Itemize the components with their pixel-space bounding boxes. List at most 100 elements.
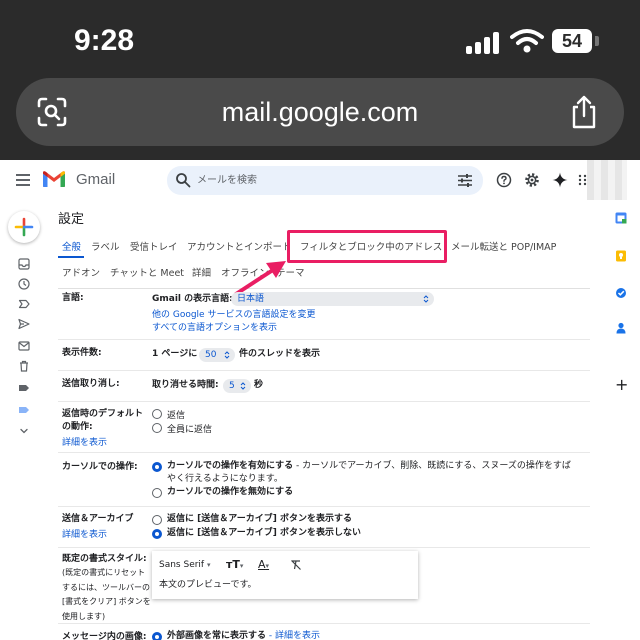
- tab-general[interactable]: 全般: [62, 239, 81, 253]
- reply-all-radio[interactable]: [152, 423, 162, 433]
- keep-icon[interactable]: [615, 250, 627, 262]
- gemini-sparkle-icon[interactable]: [552, 172, 568, 188]
- search-input[interactable]: [197, 166, 437, 195]
- all-language-options-link[interactable]: すべての言語オプションを表示: [152, 320, 277, 333]
- undo-send-select[interactable]: 5: [223, 379, 251, 393]
- always-show-images-bold: 外部画像を常に表示する: [167, 631, 267, 640]
- label-icon[interactable]: [18, 382, 30, 394]
- always-show-images-text: 外部画像を常に表示する - 詳細を表示: [167, 630, 320, 640]
- send-archive-details-link[interactable]: 詳細を表示: [62, 527, 107, 540]
- share-icon[interactable]: [568, 94, 600, 130]
- cursor-enable-desc: - カーソルでアーカイブ、削除、既読にする、スヌーズの操作をすば: [293, 461, 571, 471]
- status-time: 9:28: [74, 24, 135, 57]
- send-archive-show-radio[interactable]: [152, 515, 162, 525]
- wifi-icon: [510, 29, 544, 53]
- snoozed-clock-icon[interactable]: [18, 278, 30, 290]
- all-mail-icon[interactable]: [18, 340, 30, 352]
- dropdown-arrow-icon: ▾: [206, 561, 211, 569]
- account-avatar[interactable]: [587, 160, 627, 200]
- row-divider: [58, 370, 590, 371]
- label-icon-blue[interactable]: [18, 404, 30, 416]
- cursor-enable-desc-line2: やく行えるようになります。: [167, 474, 283, 484]
- send-archive-label: 送信＆アーカイブ: [62, 514, 134, 524]
- other-services-language-link[interactable]: 他の Google サービスの言語設定を変更: [152, 307, 315, 320]
- compose-button[interactable]: [8, 211, 40, 243]
- font-family-value: Sans Serif: [159, 560, 205, 570]
- settings-gear-icon[interactable]: [524, 172, 540, 188]
- tab-advanced[interactable]: 詳細: [192, 265, 211, 279]
- tabs-divider: [58, 288, 590, 289]
- address-bar[interactable]: mail.google.com: [16, 78, 624, 146]
- page-size-prefix: 1 ページに: [152, 349, 198, 359]
- status-bar: 9:28 54 mail.google.com: [0, 0, 640, 160]
- tab-inbox[interactable]: 受信トレイ: [130, 239, 178, 253]
- cellular-signal-icon: [466, 30, 502, 54]
- row-divider: [58, 401, 590, 402]
- contacts-icon[interactable]: [615, 322, 627, 334]
- trash-icon[interactable]: [18, 360, 30, 372]
- cursor-disable-radio[interactable]: [152, 488, 162, 498]
- mail-search-box[interactable]: [167, 166, 483, 195]
- font-size-icon[interactable]: ᴛT▾: [226, 558, 243, 573]
- cursor-enable-radio[interactable]: [152, 462, 162, 472]
- tab-forwarding-pop-imap[interactable]: メール転送と POP/IMAP: [451, 239, 556, 253]
- undo-send-suffix: 秒: [254, 380, 264, 390]
- text-color-icon[interactable]: A▾: [258, 558, 269, 573]
- expand-more-icon[interactable]: [18, 425, 30, 437]
- get-addons-plus-icon[interactable]: +: [615, 377, 628, 393]
- language-label: 言語:: [62, 293, 84, 303]
- tasks-icon[interactable]: [615, 287, 627, 299]
- images-label: メッセージ内の画像:: [62, 632, 147, 640]
- images-details-link[interactable]: - 詳細を表示: [266, 631, 320, 640]
- send-archive-show-text: 返信に [送信＆アーカイブ] ボタンを表示する: [167, 514, 352, 524]
- always-show-images-radio[interactable]: [152, 632, 162, 640]
- reply-all-option-label: 全員に返信: [167, 425, 213, 435]
- send-archive-hide-radio[interactable]: [152, 529, 162, 539]
- search-options-icon[interactable]: [457, 173, 473, 188]
- page-size-select[interactable]: 50: [199, 348, 235, 362]
- gmail-wordmark: Gmail: [76, 171, 116, 188]
- cursor-enable-bold: カーソルでの操作を有効にする: [167, 461, 294, 471]
- undo-send-label: 送信取り消し:: [62, 379, 120, 389]
- battery-tip: [595, 36, 599, 46]
- cursor-disable-text: カーソルでの操作を無効にする: [167, 487, 294, 497]
- settings-title: 設定: [58, 212, 85, 227]
- battery-indicator: 54: [552, 29, 592, 53]
- reply-radio[interactable]: [152, 409, 162, 419]
- page-size-label: 表示件数:: [62, 348, 102, 358]
- tab-labels[interactable]: ラベル: [91, 239, 120, 253]
- cursor-enable-text: カーソルでの操作を有効にする - カーソルでアーカイブ、削除、既読にする、スヌー…: [167, 460, 571, 473]
- send-archive-hide-text: 返信に [送信＆アーカイブ] ボタンを表示しない: [167, 528, 361, 538]
- display-language-select[interactable]: 日本語: [231, 292, 434, 306]
- inbox-icon[interactable]: [18, 258, 30, 270]
- compose-plus-icon: [14, 217, 34, 237]
- url-text[interactable]: mail.google.com: [16, 78, 624, 146]
- main-menu-icon[interactable]: [16, 174, 30, 186]
- row-divider: [58, 623, 590, 624]
- row-divider: [58, 506, 590, 507]
- annotation-highlight-box: [287, 230, 447, 263]
- active-tab-underline: [58, 256, 84, 258]
- reply-default-details-link[interactable]: 詳細を表示: [62, 435, 107, 448]
- undo-send-value: 5: [229, 381, 235, 391]
- undo-send-prefix: 取り消せる時間:: [152, 380, 219, 390]
- important-icon[interactable]: [18, 298, 30, 310]
- select-arrows-icon: [224, 351, 230, 359]
- page-size-suffix: 件のスレッドを表示: [239, 349, 321, 359]
- default-style-note-line: (既定の書式にリセット: [62, 568, 146, 577]
- tab-addons[interactable]: アドオン: [62, 265, 100, 279]
- select-arrows-icon: [240, 382, 246, 390]
- default-style-note-line: 使用します): [62, 611, 106, 621]
- cursor-actions-label: カーソルでの操作:: [62, 462, 138, 472]
- reply-default-label-line1: 返信時のデフォルト: [62, 409, 144, 419]
- sent-icon[interactable]: [18, 318, 30, 330]
- tab-chat-meet[interactable]: チャットと Meet: [110, 265, 184, 279]
- search-icon[interactable]: [175, 172, 191, 188]
- default-style-label: 既定の書式スタイル:: [62, 554, 147, 564]
- calendar-icon[interactable]: [615, 212, 627, 224]
- font-family-dropdown[interactable]: Sans Serif ▾: [159, 559, 211, 572]
- clear-formatting-icon[interactable]: [290, 559, 302, 571]
- gmail-logo-icon: [43, 171, 65, 187]
- help-icon[interactable]: [496, 172, 512, 188]
- default-style-note: (既定の書式にリセット するには、ツールバーの [書式をクリア] ボタンを 使用…: [62, 566, 151, 624]
